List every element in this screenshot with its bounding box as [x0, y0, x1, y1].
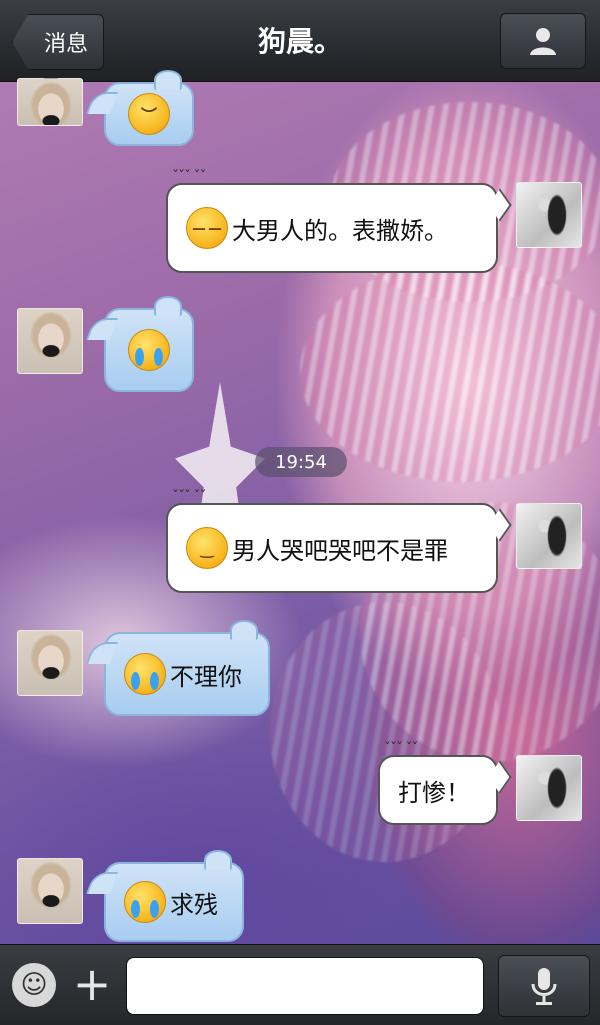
- message-text: 求残: [170, 890, 218, 919]
- message-text: 大男人的。表撒娇。: [232, 216, 448, 245]
- contact-avatar[interactable]: [17, 858, 83, 924]
- back-button[interactable]: 消息: [12, 14, 104, 70]
- message-input[interactable]: [126, 957, 484, 1015]
- loudly-crying-face-icon: [124, 653, 166, 695]
- contact-avatar[interactable]: [17, 308, 83, 374]
- my-avatar[interactable]: [516, 182, 582, 248]
- person-icon: [530, 28, 556, 55]
- smirk-face-icon: ‿: [186, 527, 228, 569]
- crying-face-icon: [128, 329, 170, 371]
- microphone-icon: [531, 968, 557, 1005]
- my-avatar[interactable]: [516, 755, 582, 821]
- contact-avatar[interactable]: [17, 630, 83, 696]
- chat-title: 狗晨。: [257, 25, 342, 58]
- sad-face-icon: ︶: [128, 93, 170, 135]
- message-bubble-incoming[interactable]: [104, 296, 194, 392]
- attach-button[interactable]: +: [70, 957, 114, 1011]
- message-bubble-incoming[interactable]: 不理你: [104, 620, 270, 716]
- input-bar: ☺ +: [0, 944, 600, 1025]
- message-text: 不理你: [170, 662, 242, 691]
- contact-avatar[interactable]: [17, 78, 83, 126]
- message-text: 男人哭吧哭吧不是罪: [232, 536, 448, 565]
- message-bubble-outgoing[interactable]: ˇˇˇ ˇˇ ‿ 男人哭吧哭吧不是罪: [166, 489, 498, 593]
- loudly-crying-face-icon: [124, 881, 166, 923]
- message-bubble-incoming[interactable]: 求残: [104, 850, 244, 942]
- message-text: 打惨！: [398, 778, 470, 807]
- drops-decoration: ˇˇˇ ˇˇ: [172, 489, 206, 505]
- smiley-icon: ☺: [20, 970, 48, 1000]
- message-timestamp: 19:54: [255, 447, 347, 477]
- my-avatar[interactable]: [516, 503, 582, 569]
- message-bubble-incoming[interactable]: ︶: [104, 70, 194, 146]
- unamused-face-icon: －－: [186, 207, 228, 249]
- drops-decoration: ˇˇˇ ˇˇ: [384, 741, 418, 757]
- back-button-label: 消息: [43, 32, 88, 57]
- emoji-button[interactable]: ☺: [12, 963, 56, 1007]
- message-bubble-outgoing[interactable]: ˇˇˇ ˇˇ 打惨！: [378, 741, 498, 825]
- contact-profile-button[interactable]: [500, 13, 586, 69]
- drops-decoration: ˇˇˇ ˇˇ: [172, 169, 206, 185]
- chat-header: 消息 狗晨。: [0, 0, 600, 82]
- message-bubble-outgoing[interactable]: ˇˇˇ ˇˇ －－ 大男人的。表撒娇。: [166, 169, 498, 273]
- voice-button[interactable]: [498, 955, 590, 1017]
- plus-icon: +: [72, 957, 112, 1011]
